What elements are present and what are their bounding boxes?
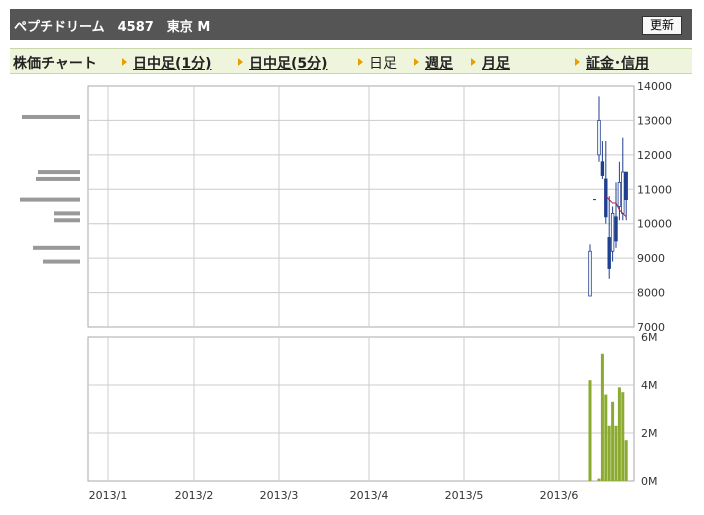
volume-profile-bar [33,245,80,250]
candle-body [604,178,608,218]
volume-profile-bar [38,170,80,175]
price-panel [87,85,635,328]
volume-profile-bar [22,114,80,119]
price-tick-label: 8000 [637,287,665,300]
volume-tick-label: 6M [641,331,658,344]
volume-profile-bar [43,259,80,264]
volume-bar [621,392,625,481]
x-tick-label: 2013/4 [350,489,389,502]
volume-profile-bar [54,211,80,216]
candle-body [624,171,628,201]
volume-panel [87,336,635,482]
volume-bar [600,353,604,481]
volume-tick-label: 0M [641,475,658,488]
x-tick-label: 2013/5 [445,489,484,502]
volume-tick-label: 2M [641,427,658,440]
volume-profile-bar [36,176,80,181]
price-tick-label: 11000 [637,183,672,196]
volume-profile-bar [20,197,80,202]
price-tick-label: 14000 [637,80,672,93]
x-tick-label: 2013/3 [260,489,299,502]
candle-body [607,237,611,269]
volume-profile [20,114,80,264]
x-tick-label: 2013/6 [540,489,579,502]
candle-body [617,181,622,207]
x-tick-label: 2013/1 [89,489,128,502]
x-tick-label: 2013/2 [175,489,214,502]
price-tick-label: 13000 [637,114,672,127]
volume-bar [617,387,621,481]
volume-bar [607,425,611,481]
candle-body [614,216,618,242]
candle-body [597,120,601,156]
volume-tick-label: 4M [641,379,658,392]
candle-body [610,212,615,252]
candle-body [621,171,625,214]
price-tick-label: 10000 [637,218,672,231]
volume-profile-bar [54,218,80,223]
price-tick-label: 12000 [637,149,672,162]
candle-body [600,161,605,176]
candle-body [588,250,592,297]
volume-bar [611,401,615,481]
volume-bar [624,440,628,481]
volume-bar [614,425,618,481]
volume-bar [597,478,601,481]
volume-bar [588,380,592,481]
volume-bar [604,394,608,481]
stock-chart: 14000130001200011000100009000800070006M4… [20,80,672,502]
price-tick-label: 9000 [637,252,665,265]
